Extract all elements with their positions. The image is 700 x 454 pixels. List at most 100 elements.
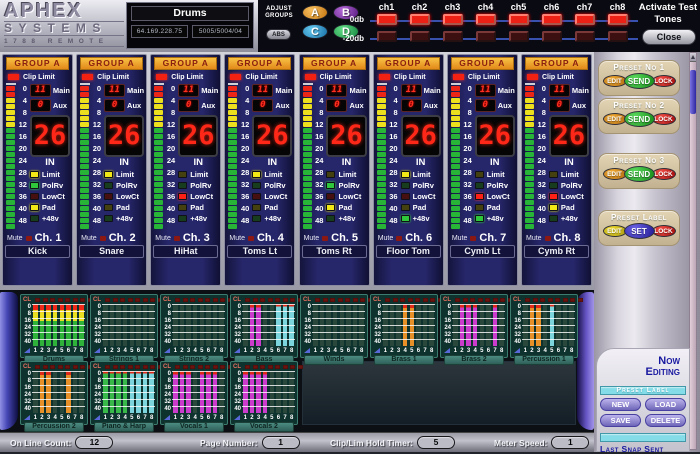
main-gain-display[interactable]: 11 <box>252 84 273 97</box>
meter-panel-10[interactable]: CL081624324012345678Piano & Harp <box>90 361 158 425</box>
input-gain-display[interactable]: 26 <box>326 115 366 157</box>
limit-toggle[interactable]: Limit <box>475 169 515 180</box>
channel-name-field[interactable]: Snare <box>79 245 144 258</box>
mute-led[interactable] <box>248 236 254 241</box>
lowct-toggle[interactable]: LowCt <box>30 191 70 202</box>
pad-toggle[interactable]: Pad <box>326 202 366 213</box>
tone-0db-ch1-button[interactable] <box>377 14 397 25</box>
lowct-toggle[interactable]: LowCt <box>401 191 441 202</box>
channel-name-field[interactable]: Kick <box>5 245 70 258</box>
mute-led[interactable] <box>545 236 551 241</box>
p48v-toggle[interactable]: +48v <box>30 213 70 224</box>
input-gain-display[interactable]: 26 <box>178 115 218 157</box>
input-gain-display[interactable]: 26 <box>252 115 292 157</box>
meter-panel-name[interactable]: Vocals 1 <box>164 422 224 432</box>
tone-0db-ch6-button[interactable] <box>542 14 562 25</box>
channel-name-field[interactable]: Cymb Rt <box>524 245 589 258</box>
meter-panel-name[interactable]: Percussion 1 <box>514 355 574 365</box>
tone-0db-ch7-button[interactable] <box>575 14 595 25</box>
group-a-select-button[interactable]: A <box>302 5 328 20</box>
preset-3-edit-button[interactable]: EDIT <box>603 168 627 180</box>
online-count-value[interactable]: 12 <box>75 436 113 449</box>
main-gain-display[interactable]: 11 <box>178 84 199 97</box>
group-select-button[interactable]: GROUP A <box>525 57 588 70</box>
aux-gain-display[interactable]: 0 <box>475 99 496 112</box>
meter-panel-name[interactable]: Vocals 2 <box>234 422 294 432</box>
polrv-toggle[interactable]: PolRv <box>549 180 589 191</box>
mute-led[interactable] <box>470 236 476 241</box>
input-gain-display[interactable]: 26 <box>401 115 441 157</box>
p48v-toggle[interactable]: +48v <box>252 213 292 224</box>
meter-panel-2[interactable]: CL081624324012345678Strings 1 <box>90 294 158 358</box>
preset-label-field[interactable]: Preset Label <box>600 386 686 395</box>
ip-address-field[interactable]: 64.169.228.75 <box>131 25 188 38</box>
main-gain-display[interactable]: 11 <box>401 84 422 97</box>
delete-button[interactable]: DELETE <box>645 414 686 427</box>
label-lock-button[interactable]: LOCK <box>652 225 676 237</box>
group-select-button[interactable]: GROUP A <box>80 57 143 70</box>
p48v-toggle[interactable]: +48v <box>178 213 218 224</box>
close-button[interactable]: Close <box>642 29 696 45</box>
meter-panel-7[interactable]: CL081624324012345678Brass 2 <box>440 294 508 358</box>
scrollbar-thumb[interactable] <box>690 70 696 114</box>
limit-toggle[interactable]: Limit <box>30 169 70 180</box>
meter-panel-12[interactable]: CL081624324012345678Vocals 2 <box>230 361 298 425</box>
input-gain-display[interactable]: 26 <box>549 115 589 157</box>
label-set-button[interactable]: SET <box>624 223 655 239</box>
p48v-toggle[interactable]: +48v <box>475 213 515 224</box>
preset-2-edit-button[interactable]: EDIT <box>603 113 627 125</box>
clip-hold-timer-value[interactable]: 5 <box>417 436 455 449</box>
input-gain-display[interactable]: 26 <box>475 115 515 157</box>
mute-led[interactable] <box>100 236 106 241</box>
group-select-button[interactable]: GROUP A <box>154 57 217 70</box>
aux-gain-display[interactable]: 0 <box>104 99 125 112</box>
tone-0db-ch8-button[interactable] <box>608 14 628 25</box>
aux-gain-display[interactable]: 0 <box>401 99 422 112</box>
limit-toggle[interactable]: Limit <box>252 169 292 180</box>
lowct-toggle[interactable]: LowCt <box>549 191 589 202</box>
group-select-button[interactable]: GROUP A <box>377 57 440 70</box>
group-c-select-button[interactable]: C <box>302 24 328 39</box>
meter-panel-name[interactable]: Brass 1 <box>374 355 434 365</box>
meter-panel-11[interactable]: CL081624324012345678Vocals 1 <box>160 361 228 425</box>
group-select-button[interactable]: GROUP A <box>228 57 291 70</box>
meter-panel-8[interactable]: CL081624324012345678Percussion 1 <box>510 294 578 358</box>
tone-minus20db-ch6-button[interactable] <box>542 31 562 42</box>
lowct-toggle[interactable]: LowCt <box>178 191 218 202</box>
polrv-toggle[interactable]: PolRv <box>178 180 218 191</box>
abs-button[interactable]: ABS <box>266 29 291 40</box>
pad-toggle[interactable]: Pad <box>475 202 515 213</box>
pad-toggle[interactable]: Pad <box>178 202 218 213</box>
mute-led[interactable] <box>322 236 328 241</box>
tone-minus20db-ch8-button[interactable] <box>608 31 628 42</box>
polrv-toggle[interactable]: PolRv <box>30 180 70 191</box>
p48v-toggle[interactable]: +48v <box>549 213 589 224</box>
limit-toggle[interactable]: Limit <box>326 169 366 180</box>
load-button[interactable]: LOAD <box>645 398 686 411</box>
tone-0db-ch2-button[interactable] <box>410 14 430 25</box>
page-number-value[interactable]: 1 <box>262 436 300 449</box>
main-gain-display[interactable]: 11 <box>30 84 51 97</box>
preset-3-send-button[interactable]: SEND <box>624 166 655 182</box>
preset-2-send-button[interactable]: SEND <box>624 111 655 127</box>
pad-toggle[interactable]: Pad <box>30 202 70 213</box>
pad-toggle[interactable]: Pad <box>549 202 589 213</box>
meter-panel-6[interactable]: CL081624324012345678Brass 1 <box>370 294 438 358</box>
meter-speed-value[interactable]: 1 <box>551 436 589 449</box>
tone-0db-ch5-button[interactable] <box>509 14 529 25</box>
group-select-button[interactable]: GROUP A <box>303 57 366 70</box>
meter-panel-name[interactable]: Piano & Harp <box>94 422 154 432</box>
meter-panel-4[interactable]: CL081624324012345678Bass <box>230 294 298 358</box>
polrv-toggle[interactable]: PolRv <box>252 180 292 191</box>
tone-0db-ch4-button[interactable] <box>476 14 496 25</box>
limit-toggle[interactable]: Limit <box>549 169 589 180</box>
preset-name-field[interactable]: Drums <box>131 6 249 21</box>
lowct-toggle[interactable]: LowCt <box>326 191 366 202</box>
meter-panel-name[interactable]: Percussion 2 <box>24 422 84 432</box>
p48v-toggle[interactable]: +48v <box>326 213 366 224</box>
tone-minus20db-ch2-button[interactable] <box>410 31 430 42</box>
group-select-button[interactable]: GROUP A <box>6 57 69 70</box>
lowct-toggle[interactable]: LowCt <box>252 191 292 202</box>
limit-toggle[interactable]: Limit <box>104 169 144 180</box>
aux-gain-display[interactable]: 0 <box>549 99 570 112</box>
